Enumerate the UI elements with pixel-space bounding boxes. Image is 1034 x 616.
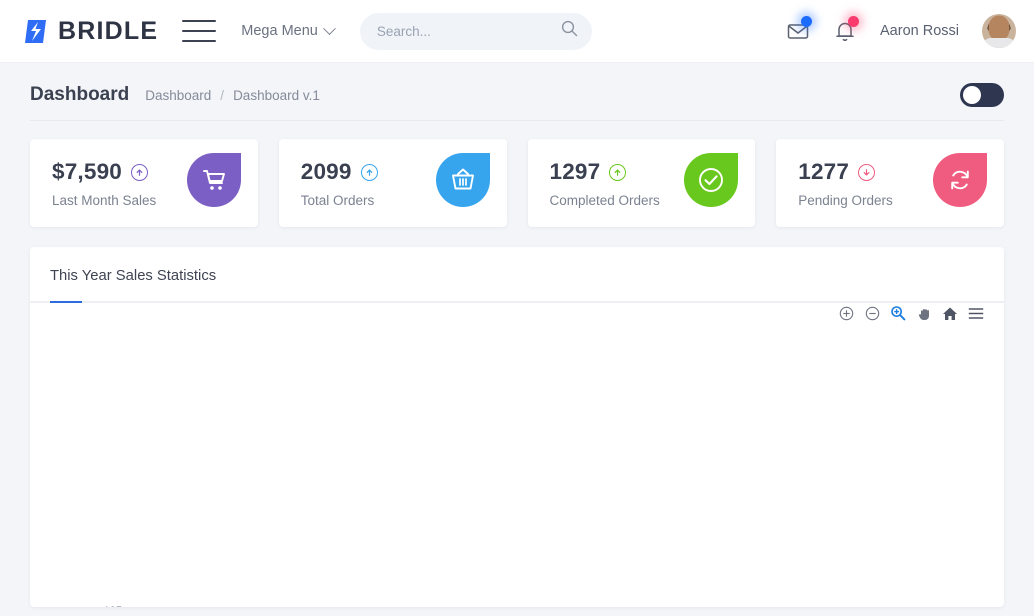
page-header: Dashboard Dashboard / Dashboard v.1 [0, 63, 1034, 120]
brand-name: BRIDLE [58, 17, 158, 46]
breadcrumb: Dashboard / Dashboard v.1 [145, 88, 320, 103]
chevron-down-icon [323, 22, 336, 35]
stat-value: 1277 [798, 159, 849, 185]
theme-toggle-switch[interactable] [960, 83, 1004, 107]
ham-line [182, 20, 216, 22]
page-title: Dashboard [30, 84, 129, 106]
shopping-cart-icon [187, 153, 241, 207]
stat-value: $7,590 [52, 159, 122, 185]
sales-statistics-panel: This Year Sales Statistics [30, 247, 1004, 607]
stat-card-completed-orders[interactable]: 1297 Completed Orders [528, 139, 756, 227]
stat-value: 2099 [301, 159, 352, 185]
stat-value: 1297 [550, 159, 601, 185]
panel-title: This Year Sales Statistics [30, 247, 1004, 284]
panel-underline [30, 301, 1004, 303]
chart-svg: 105 84 63 42 21 [30, 325, 1004, 607]
header-actions: Aaron Rossi [786, 14, 1016, 48]
zoom-out-icon[interactable] [864, 305, 880, 321]
arrow-down-circle-icon [858, 164, 875, 181]
arrow-up-circle-icon [361, 164, 378, 181]
zoom-in-icon[interactable] [838, 305, 854, 321]
breadcrumb-item-1[interactable]: Dashboard v.1 [233, 88, 320, 103]
breadcrumb-separator: / [220, 88, 224, 103]
hamburger-icon[interactable] [182, 20, 216, 42]
sync-refresh-icon [933, 153, 987, 207]
stat-card-total-orders[interactable]: 2099 Total Orders [279, 139, 507, 227]
sales-chart[interactable]: 105 84 63 42 21 [30, 325, 1004, 607]
mail-badge [801, 16, 812, 27]
search-box[interactable] [360, 13, 592, 50]
notification-badge [848, 16, 859, 27]
avatar-shirt [982, 38, 1016, 48]
search-input[interactable] [377, 24, 561, 39]
stat-card-row: $7,590 Last Month Sales 2099 Total Order… [0, 121, 1034, 227]
arrow-up-circle-icon [131, 164, 148, 181]
home-reset-icon[interactable] [942, 305, 958, 321]
pan-icon[interactable] [916, 305, 932, 321]
toggle-knob [963, 86, 981, 104]
bridle-logo-icon [22, 18, 49, 45]
search-icon[interactable] [561, 20, 578, 42]
y-tick-105: 105 [104, 605, 122, 607]
selection-zoom-icon[interactable] [890, 305, 906, 321]
arrow-up-circle-icon [609, 164, 626, 181]
brand-logo[interactable]: BRIDLE [22, 17, 158, 46]
stat-card-pending-orders[interactable]: 1277 Pending Orders [776, 139, 1004, 227]
menu-icon[interactable] [968, 305, 984, 321]
avatar[interactable] [982, 14, 1016, 48]
breadcrumb-item-0[interactable]: Dashboard [145, 88, 211, 103]
user-name[interactable]: Aaron Rossi [880, 23, 959, 39]
stat-card-last-month-sales[interactable]: $7,590 Last Month Sales [30, 139, 258, 227]
ham-line [182, 40, 216, 42]
check-circle-icon [684, 153, 738, 207]
app-header: BRIDLE Mega Menu [0, 0, 1034, 63]
bell-icon[interactable] [833, 19, 857, 43]
shopping-basket-icon [436, 153, 490, 207]
ham-line [182, 30, 216, 32]
mega-menu-button[interactable]: Mega Menu [241, 23, 334, 39]
envelope-icon[interactable] [786, 19, 810, 43]
chart-y-axis-labels: 105 84 63 42 21 [104, 605, 122, 607]
mega-menu-label: Mega Menu [241, 23, 318, 39]
chart-toolbar [838, 305, 984, 321]
